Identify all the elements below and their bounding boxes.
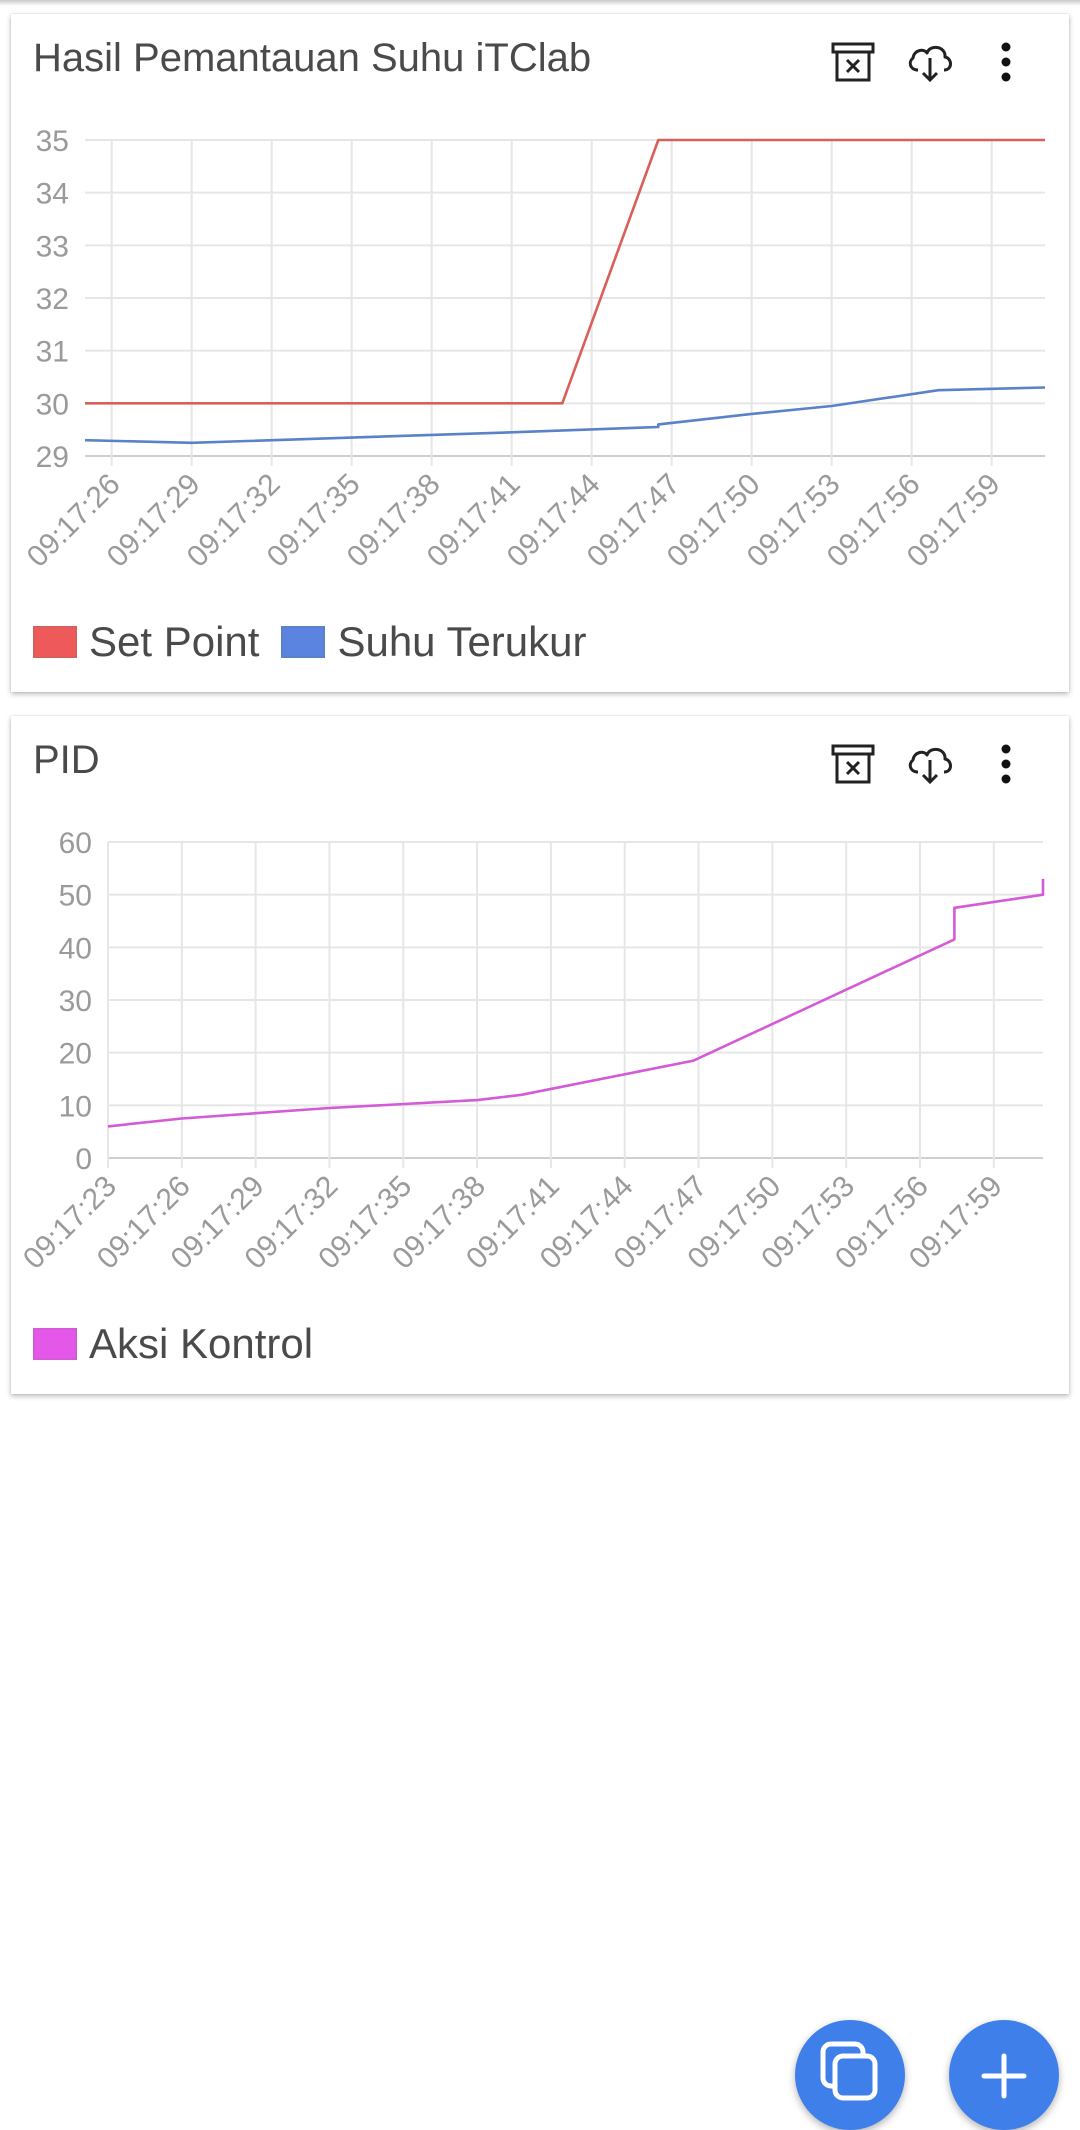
legend-label: Aksi Kontrol <box>89 1320 314 1367</box>
y-tick-label: 0 <box>75 1143 92 1176</box>
legend-swatch <box>281 626 326 658</box>
pid-line-chart: 010203040506009:17:2309:17:2609:17:2909:… <box>17 827 1045 1276</box>
add-fab-button[interactable] <box>949 2020 1059 2130</box>
chart-legend: Aksi Kontrol <box>33 1320 335 1368</box>
chart-legend: Set Point Suhu Terukur <box>33 618 609 666</box>
y-tick-label: 30 <box>36 388 69 421</box>
series-line-aksi-kontrol <box>107 878 1045 1128</box>
series-line-set-point <box>85 138 1045 405</box>
pid-chart-card: PID 0 10 20 30 40 50 60 09:17:23 09:17:26 09:17:2… <box>11 716 1069 1394</box>
y-tick-label: 20 <box>59 1038 92 1071</box>
y-tick-label: 34 <box>36 178 69 211</box>
temperature-chart-card: Hasil Pemantauan Suhu iTClab 29 30 31 32 33 3… <box>11 14 1069 692</box>
legend-item-set-point[interactable]: Set Point <box>33 618 259 666</box>
y-tick-label: 33 <box>36 230 69 263</box>
legend-item-suhu-terukur[interactable]: Suhu Terukur <box>281 618 587 666</box>
y-tick-label: 32 <box>36 283 69 316</box>
y-tick-label: 40 <box>59 932 92 965</box>
legend-swatch <box>33 1328 77 1360</box>
legend-item-aksi-kontrol[interactable]: Aksi Kontrol <box>33 1320 313 1368</box>
plus-icon <box>981 2053 1027 2099</box>
temperature-line-chart: 2930313233343509:17:2609:17:2909:17:3209… <box>21 125 1046 574</box>
copy-fab-button[interactable] <box>795 2020 905 2130</box>
copy-icon <box>820 2041 878 2101</box>
y-tick-label: 35 <box>36 125 69 158</box>
y-tick-label: 50 <box>59 880 92 913</box>
legend-swatch <box>33 626 77 658</box>
legend-label: Suhu Terukur <box>337 618 587 665</box>
y-tick-label: 30 <box>59 985 92 1018</box>
y-tick-label: 60 <box>59 827 92 860</box>
y-tick-label: 31 <box>36 336 69 369</box>
y-tick-label: 29 <box>36 441 69 474</box>
status-bar-shadow <box>0 0 1080 6</box>
y-tick-label: 10 <box>59 1090 92 1123</box>
legend-label: Set Point <box>89 618 260 665</box>
